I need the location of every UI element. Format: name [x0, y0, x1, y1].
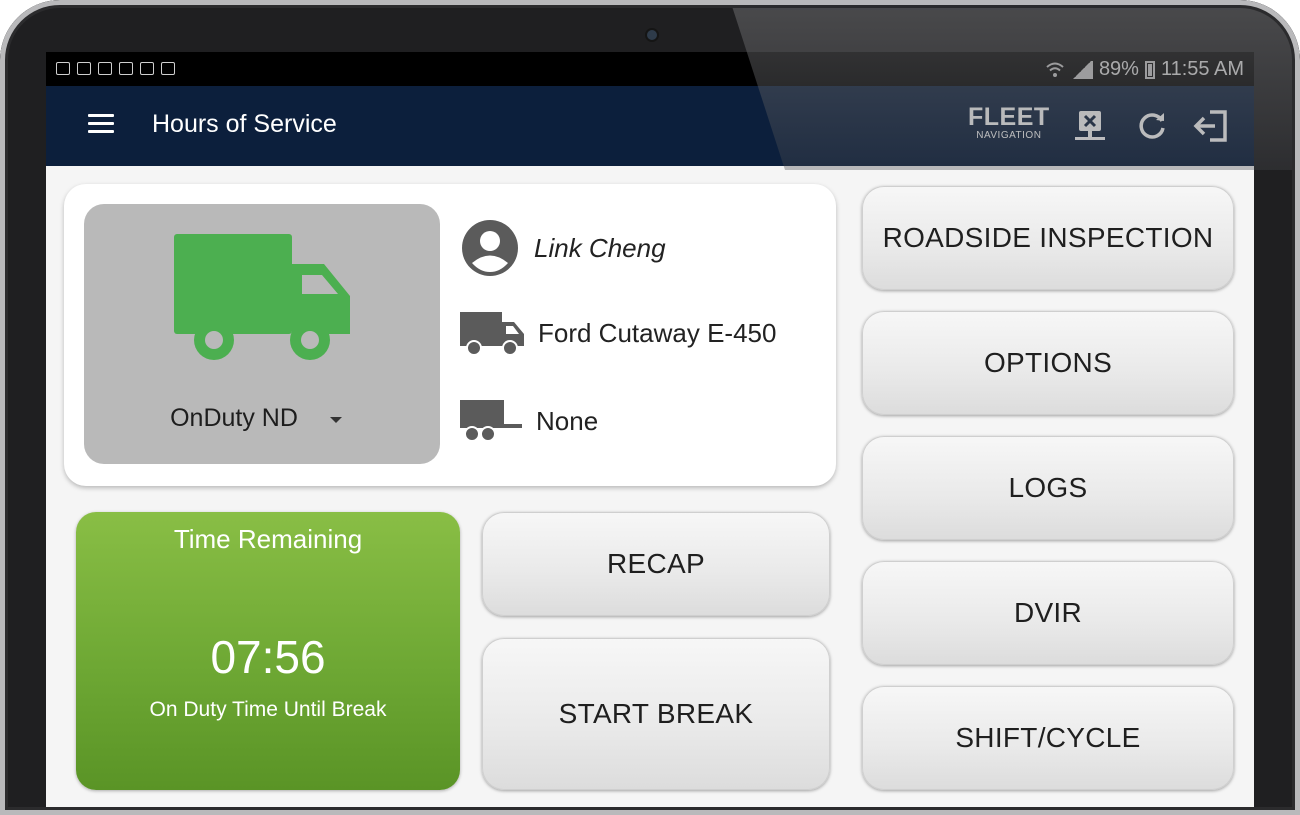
refresh-icon[interactable]: [1132, 106, 1172, 146]
recap-button[interactable]: RECAP: [482, 512, 830, 616]
notification-icon: [56, 62, 70, 75]
notification-icon: [119, 62, 133, 75]
battery-percent: 89%: [1098, 58, 1139, 80]
status-indicators: 89% 11:55 AM: [1045, 58, 1244, 81]
trailer-name: None: [536, 405, 599, 436]
wifi-icon: [1046, 62, 1064, 77]
person-icon: [462, 220, 518, 276]
fleet-navigation-logo: FLEET NAVIGATION: [968, 104, 1050, 142]
notification-icon: [77, 62, 91, 75]
logo-sub-text: NAVIGATION: [976, 130, 1042, 141]
disconnect-icon[interactable]: [1070, 106, 1110, 146]
menu-icon[interactable]: [88, 114, 114, 136]
clock: 11:55 AM: [1160, 58, 1244, 80]
truck-icon: [174, 234, 350, 360]
roadside-inspection-button[interactable]: ROADSIDE INSPECTION: [862, 186, 1234, 290]
logout-icon[interactable]: [1192, 106, 1232, 146]
vehicle-name: Ford Cutaway E-450: [538, 317, 777, 348]
notification-icon: [161, 62, 175, 75]
options-button[interactable]: OPTIONS: [862, 311, 1234, 415]
trailer-row: None: [460, 398, 598, 444]
duty-status-selector[interactable]: OnDuty ND: [84, 204, 440, 464]
driver-status-card: OnDuty ND Link Cheng Ford Cutaway E-450 …: [64, 184, 836, 486]
dvir-button[interactable]: DVIR: [862, 561, 1234, 665]
start-break-button[interactable]: START BREAK: [482, 638, 830, 790]
time-remaining-value: 07:56: [210, 631, 326, 683]
page-title: Hours of Service: [152, 110, 337, 138]
notification-icon: [140, 62, 154, 75]
time-remaining-title: Time Remaining: [173, 524, 363, 554]
screen: 89% 11:55 AM Hours of Service FLEET NAVI…: [46, 52, 1254, 815]
driver-name: Link Cheng: [534, 232, 666, 263]
shift-cycle-button[interactable]: SHIFT/CYCLE: [862, 686, 1234, 790]
device-bezel: 89% 11:55 AM Hours of Service FLEET NAVI…: [0, 0, 1300, 815]
notification-icon: [98, 62, 112, 75]
app-bar: Hours of Service FLEET NAVIGATION: [46, 86, 1254, 166]
vehicle-row: Ford Cutaway E-450: [460, 310, 776, 356]
logo-main-text: FLEET: [968, 103, 1050, 131]
driver-row: Link Cheng: [460, 218, 666, 278]
signal-icon: [1070, 60, 1093, 79]
system-status-bar: 89% 11:55 AM: [46, 52, 1254, 86]
vehicle-icon: [460, 312, 524, 356]
notification-icons: [56, 62, 175, 75]
main-content: OnDuty ND Link Cheng Ford Cutaway E-450 …: [46, 166, 1254, 815]
battery-icon: [1144, 60, 1155, 79]
dropdown-caret-icon: [330, 417, 342, 423]
time-remaining-panel: Time Remaining 07:56 On Duty Time Until …: [76, 512, 460, 790]
trailer-icon: [460, 400, 522, 442]
time-remaining-subtitle: On Duty Time Until Break: [149, 698, 387, 721]
front-camera: [645, 28, 659, 42]
logs-button[interactable]: LOGS: [862, 436, 1234, 540]
